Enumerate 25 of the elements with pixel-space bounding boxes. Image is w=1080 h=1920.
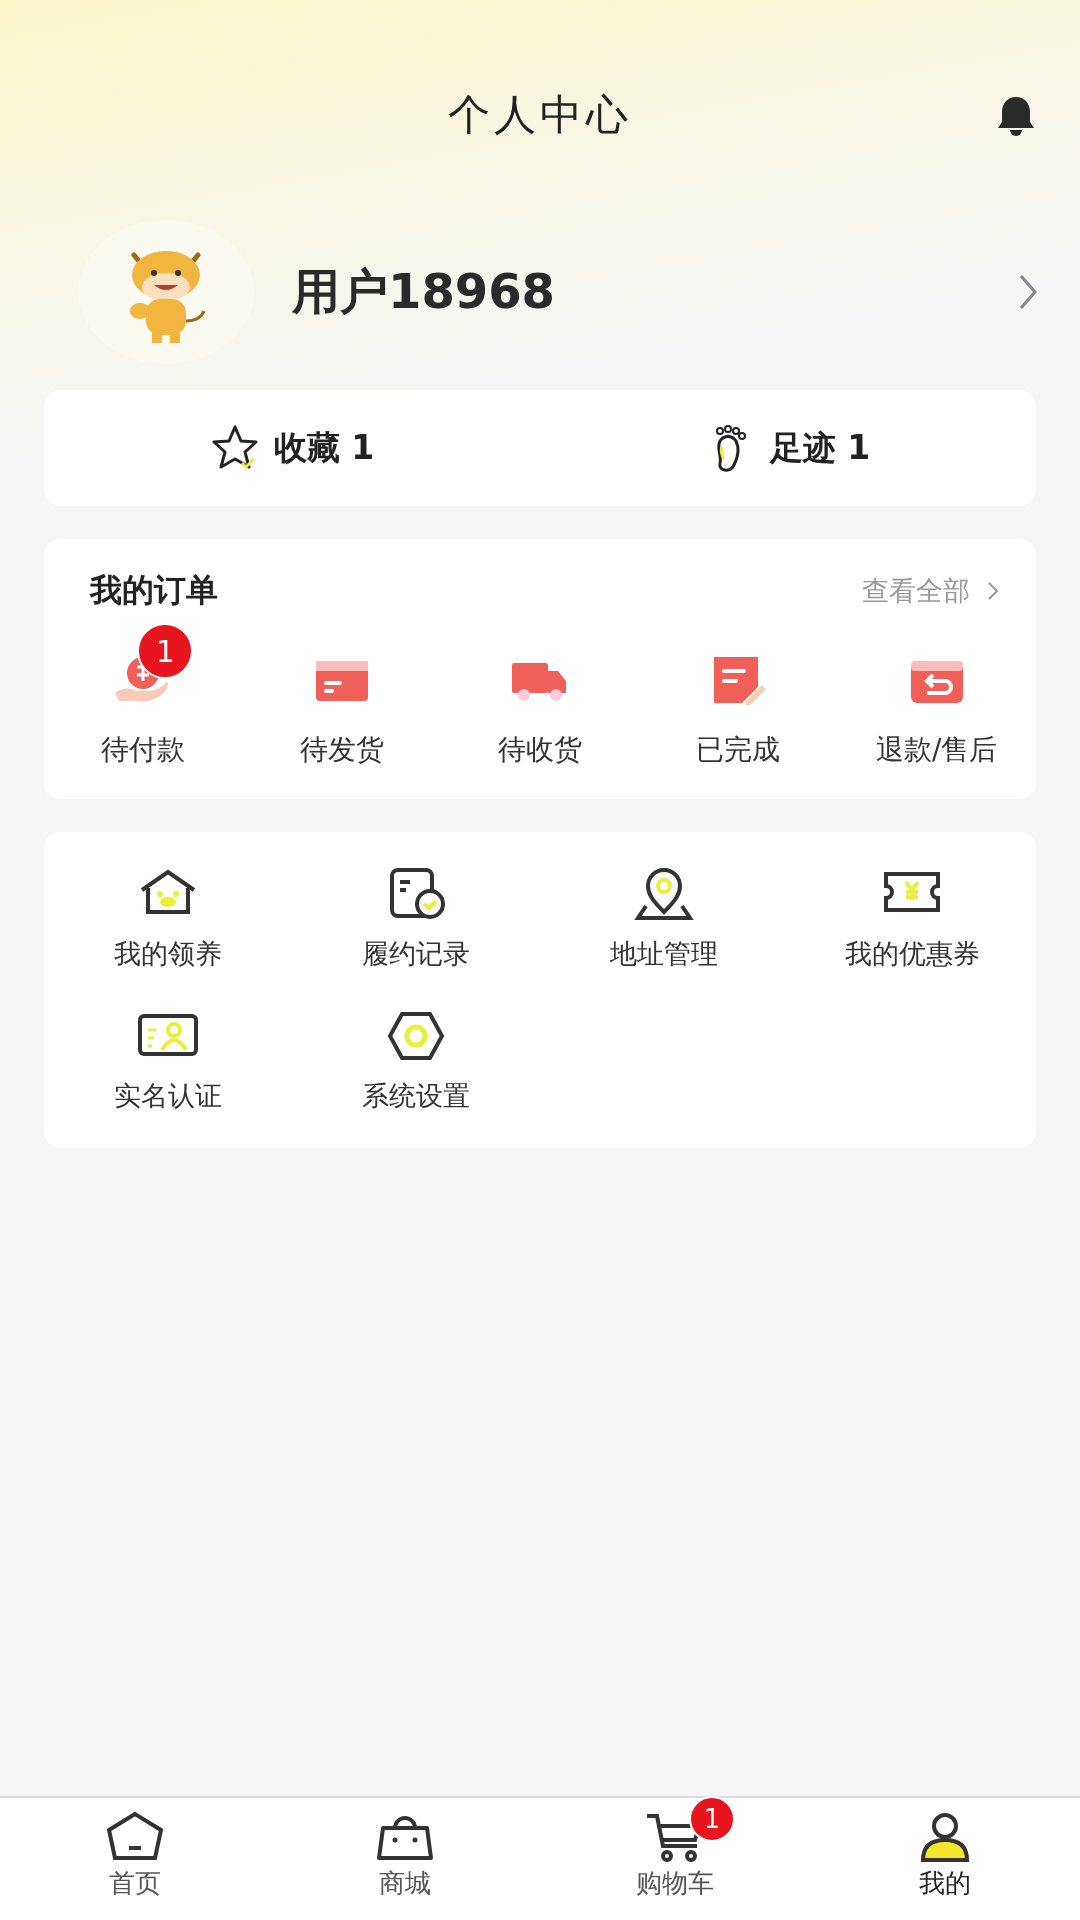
tab[interactable]: 商城 [270,1798,540,1920]
order-status-item[interactable]: 待收货 [440,619,639,769]
chevron-right-icon [986,580,1000,602]
order-status-item[interactable]: 已完成 [639,619,838,769]
order-status-item[interactable]: 待发货 [242,619,441,769]
menu-item[interactable]: 实名认证 [44,1008,292,1114]
username: 用户18968 [292,262,556,321]
count-badge: 1 [137,623,194,679]
location-pin-icon [632,866,696,922]
tab[interactable]: 首页 [0,1798,270,1920]
menu-item[interactable]: 系统设置 [292,1008,540,1114]
tab[interactable]: 1 购物车 [540,1798,810,1920]
order-status-item[interactable]: 退款/售后 [837,619,1036,769]
stat-item[interactable]: 足迹 1 [540,390,1036,506]
tab[interactable]: 我的 [810,1798,1080,1920]
bell-icon [996,94,1036,136]
menu-item[interactable]: 履约记录 [292,866,540,972]
section-title: 我的订单 [90,570,218,611]
order-status-item[interactable]: 1 待付款 [44,619,243,769]
page-title: 个人中心 [447,89,633,141]
stat-item[interactable]: 收藏 1 [44,390,540,506]
menu-item[interactable]: 地址管理 [540,866,788,972]
count-badge: 1 [689,1796,735,1842]
menu-item[interactable]: 我的优惠券 [788,866,1036,972]
menu-item[interactable]: 我的领养 [44,866,292,972]
